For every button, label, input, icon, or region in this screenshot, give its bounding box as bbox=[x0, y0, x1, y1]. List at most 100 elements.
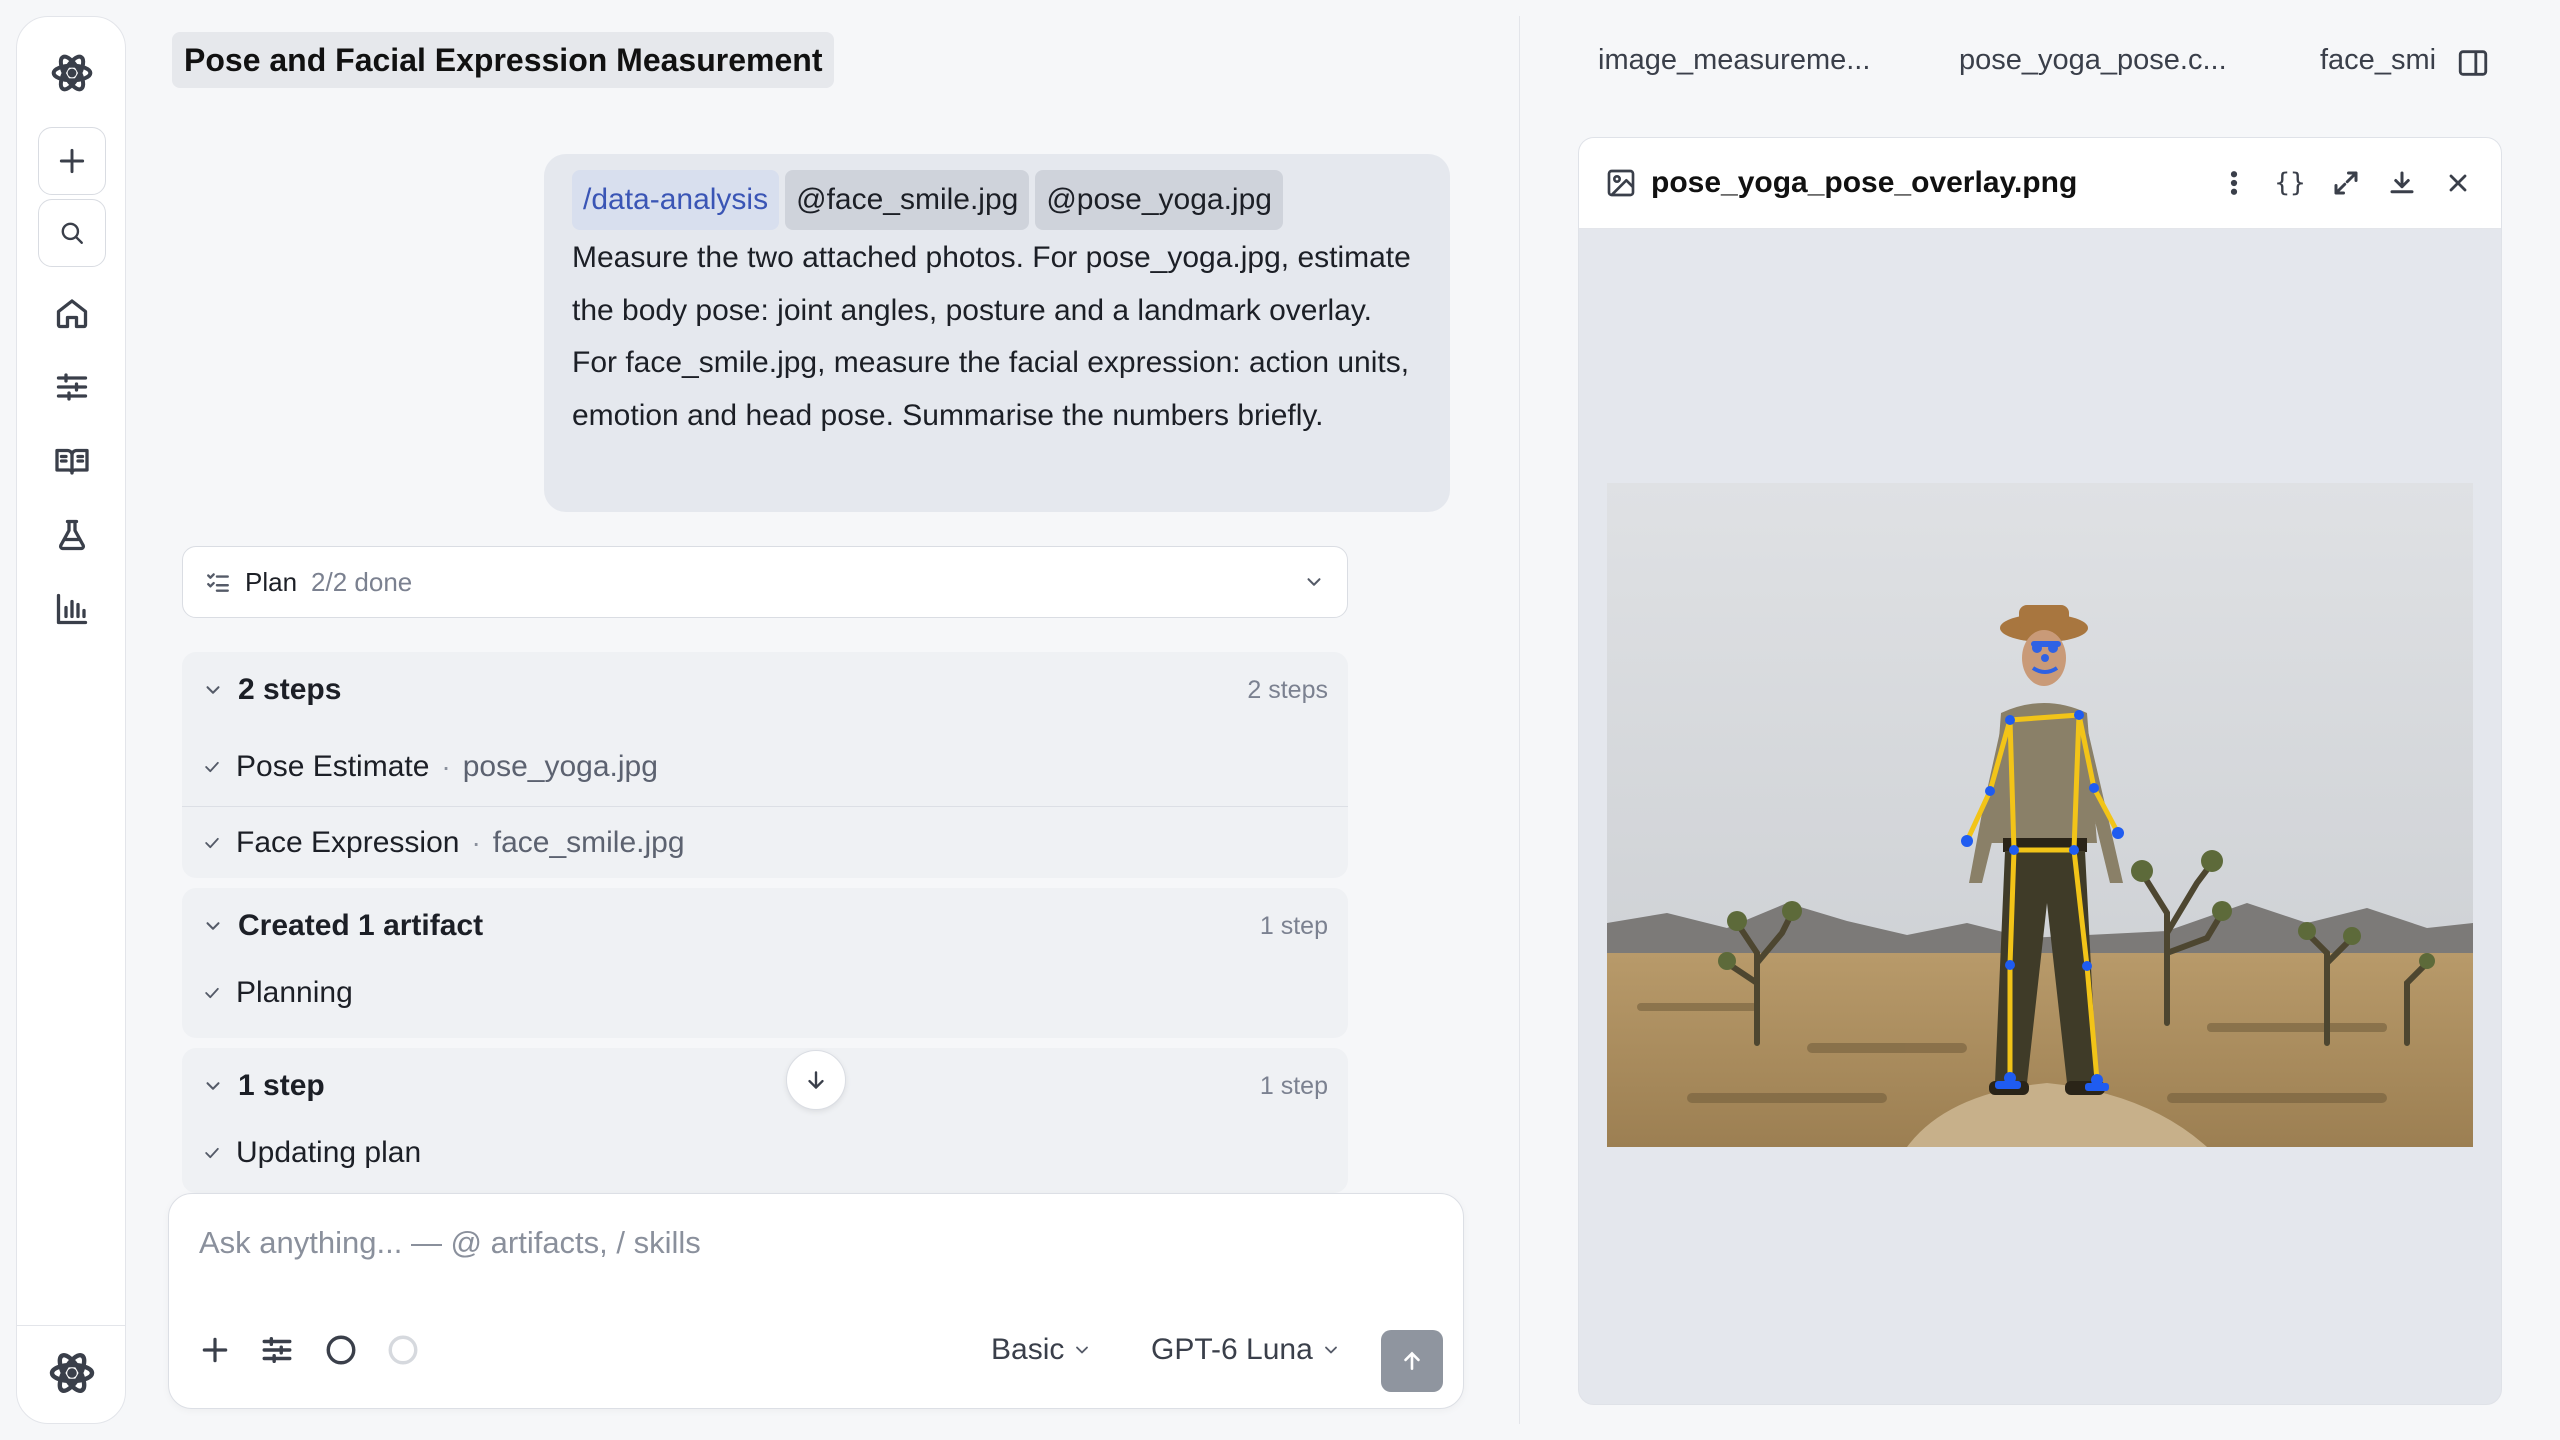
arrow-up-icon bbox=[1404, 1351, 1420, 1370]
skill-chip[interactable]: /data-analysis bbox=[572, 170, 780, 230]
group-title: Created 1 artifact bbox=[238, 909, 484, 942]
step-group: 1 step 1 step Updating plan bbox=[182, 1048, 1348, 1193]
checklist-icon bbox=[207, 573, 229, 592]
chevron-down-icon bbox=[206, 922, 220, 930]
search-button[interactable] bbox=[38, 199, 106, 267]
step-group: Created 1 artifact 1 step Planning bbox=[182, 888, 1348, 1038]
mode-select[interactable]: Basic bbox=[991, 1324, 1092, 1376]
file-chip-pose[interactable]: @pose_yoga.jpg bbox=[1035, 170, 1283, 230]
step-group-header[interactable]: 2 steps 2 steps bbox=[182, 652, 1348, 728]
check-icon bbox=[205, 837, 219, 849]
chevron-down-icon bbox=[206, 686, 220, 694]
chevron-down-icon bbox=[206, 1082, 220, 1090]
group-title: 2 steps bbox=[238, 673, 342, 706]
scroll-to-bottom-button[interactable] bbox=[786, 1050, 846, 1110]
tools-button[interactable] bbox=[253, 1326, 301, 1374]
separator-dot: · bbox=[441, 751, 451, 782]
mode-value: Basic bbox=[991, 1333, 1065, 1366]
left-rail bbox=[16, 16, 126, 1424]
artifact-viewer: pose_yoga_pose_overlay.png {} bbox=[1578, 137, 2502, 1405]
download-icon bbox=[2390, 171, 2414, 194]
arrow-down-icon bbox=[808, 1071, 824, 1089]
step-group-header[interactable]: 1 step 1 step bbox=[182, 1048, 1348, 1124]
message-text: Measure the two attached photos. For pos… bbox=[572, 241, 1411, 432]
artifact-tab[interactable]: image_measureme... bbox=[1598, 44, 1870, 77]
check-icon bbox=[205, 1147, 219, 1159]
flask-icon bbox=[58, 519, 86, 551]
step-item[interactable]: Face Expression · face_smile.jpg bbox=[182, 806, 1348, 880]
plus-icon bbox=[202, 1337, 228, 1363]
check-icon bbox=[205, 987, 219, 999]
step-file: face_smile.jpg bbox=[492, 826, 685, 859]
loading-circle-icon bbox=[388, 1335, 418, 1365]
atom-logo-icon[interactable] bbox=[38, 39, 106, 107]
group-count: 2 steps bbox=[1247, 675, 1328, 704]
chevron-down-icon bbox=[1307, 578, 1321, 586]
step-name: Planning bbox=[236, 976, 353, 1009]
analytics-button[interactable] bbox=[38, 575, 106, 643]
panel-divider[interactable] bbox=[1519, 16, 1520, 1424]
expand-button[interactable] bbox=[2329, 166, 2363, 200]
sliders-icon bbox=[56, 373, 88, 401]
settings-button[interactable] bbox=[38, 353, 106, 421]
step-name: Face Expression bbox=[236, 826, 460, 859]
step-group-header[interactable]: Created 1 artifact 1 step bbox=[182, 888, 1348, 964]
home-icon bbox=[56, 299, 88, 329]
separator-dot: · bbox=[471, 827, 481, 858]
search-icon bbox=[61, 222, 83, 244]
sliders-icon bbox=[262, 1336, 292, 1364]
atom-logo-icon[interactable] bbox=[38, 1339, 106, 1407]
chevron-down-icon bbox=[1324, 1346, 1337, 1354]
json-icon: {} bbox=[2274, 168, 2306, 198]
chat-title[interactable]: Pose and Facial Expression Measurement bbox=[172, 32, 835, 88]
step-file: pose_yoga.jpg bbox=[462, 750, 658, 783]
step-name: Updating plan bbox=[236, 1136, 422, 1169]
book-icon bbox=[55, 448, 89, 475]
plus-icon bbox=[59, 148, 85, 174]
view-json-button[interactable]: {} bbox=[2273, 166, 2307, 200]
more-options-button[interactable] bbox=[2217, 166, 2251, 200]
library-button[interactable] bbox=[38, 427, 106, 495]
step-item[interactable]: Pose Estimate · pose_yoga.jpg bbox=[182, 730, 1348, 804]
composer: Basic GPT-6 Luna bbox=[168, 1193, 1464, 1409]
record-button[interactable] bbox=[317, 1326, 365, 1374]
step-item[interactable]: Planning bbox=[182, 956, 1348, 1030]
image-file-icon bbox=[1607, 169, 1635, 197]
step-item[interactable]: Updating plan bbox=[182, 1116, 1348, 1190]
more-vertical-icon bbox=[2230, 171, 2238, 195]
group-title: 1 step bbox=[238, 1069, 325, 1102]
panel-toggle-icon bbox=[2458, 50, 2488, 76]
download-button[interactable] bbox=[2385, 166, 2419, 200]
plan-status: 2/2 done bbox=[311, 566, 413, 597]
attach-button[interactable] bbox=[191, 1326, 239, 1374]
group-count: 1 step bbox=[1259, 1071, 1328, 1100]
home-button[interactable] bbox=[38, 279, 106, 347]
artifact-tab[interactable]: pose_yoga_pose.c... bbox=[1959, 44, 2227, 77]
chat-input[interactable] bbox=[199, 1218, 1399, 1268]
rail-divider bbox=[17, 1325, 125, 1326]
file-chip-face[interactable]: @face_smile.jpg bbox=[785, 170, 1030, 230]
user-message: /data-analysis @face_smile.jpg @pose_yog… bbox=[544, 154, 1450, 512]
viewer-filename: pose_yoga_pose_overlay.png bbox=[1651, 166, 2078, 199]
expand-icon bbox=[2334, 171, 2358, 195]
model-value: GPT-6 Luna bbox=[1151, 1333, 1313, 1366]
plan-dropdown[interactable]: Plan 2/2 done bbox=[182, 546, 1348, 618]
step-group: 2 steps 2 steps Pose Estimate · pose_yog… bbox=[182, 652, 1348, 878]
close-button[interactable] bbox=[2441, 166, 2475, 200]
toggle-panel-button[interactable] bbox=[2456, 46, 2490, 85]
artifact-tab[interactable]: face_smi bbox=[2320, 44, 2436, 77]
pose-overlay-image bbox=[1607, 483, 2473, 1147]
check-icon bbox=[205, 761, 219, 773]
circle-icon bbox=[326, 1335, 356, 1365]
group-count: 1 step bbox=[1259, 911, 1328, 940]
bar-chart-icon bbox=[56, 593, 88, 625]
status-indicator bbox=[379, 1326, 427, 1374]
model-select[interactable]: GPT-6 Luna bbox=[1151, 1324, 1341, 1376]
plan-label: Plan bbox=[245, 566, 298, 597]
close-icon bbox=[2449, 174, 2467, 192]
step-name: Pose Estimate bbox=[236, 750, 430, 783]
lab-button[interactable] bbox=[38, 501, 106, 569]
send-button[interactable] bbox=[1381, 1330, 1443, 1392]
chevron-down-icon bbox=[1076, 1346, 1089, 1354]
new-chat-button[interactable] bbox=[38, 127, 106, 195]
